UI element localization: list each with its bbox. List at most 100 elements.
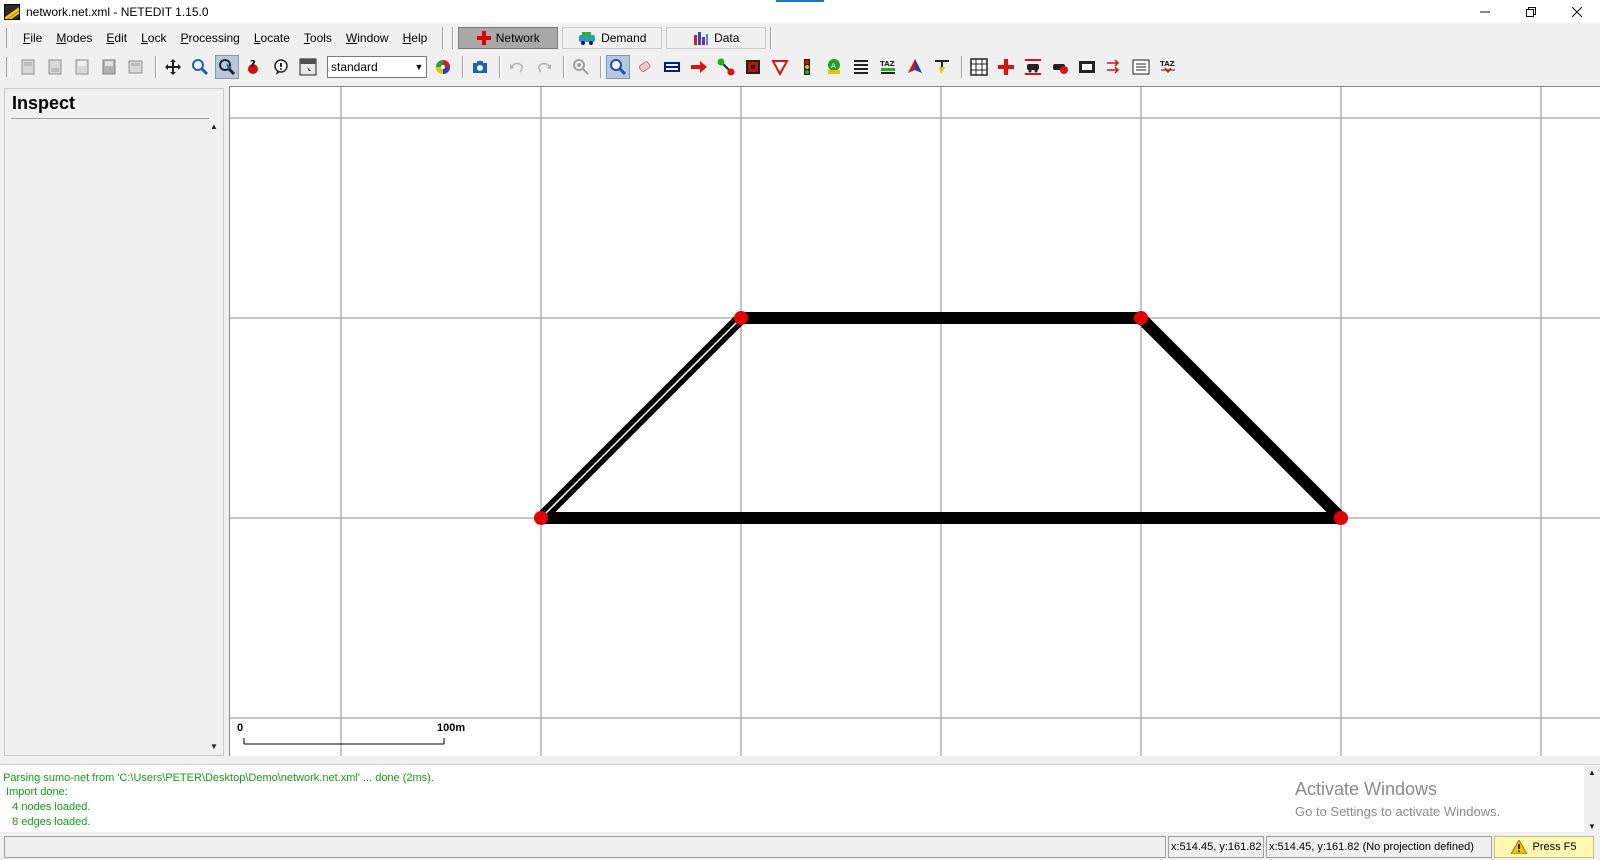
redo-icon[interactable] xyxy=(532,55,556,79)
save-as-icon[interactable] xyxy=(97,55,121,79)
status-message xyxy=(4,836,1166,858)
menu-tools[interactable]: Tools xyxy=(297,28,339,48)
svg-text:A: A xyxy=(831,62,836,70)
message-scrollbar[interactable]: ▲ ▼ xyxy=(1584,765,1600,833)
panel-divider xyxy=(11,118,209,119)
scroll-down-icon[interactable]: ▼ xyxy=(207,739,221,753)
menu-file-label: ile xyxy=(30,31,43,45)
supermode-data-button[interactable]: Data xyxy=(666,27,767,49)
taz-icon[interactable]: TAZ xyxy=(876,55,900,79)
scroll-up-icon[interactable]: ▲ xyxy=(1584,765,1600,779)
prohibition-icon[interactable] xyxy=(768,55,792,79)
edge-direction-icon[interactable] xyxy=(1102,55,1126,79)
cursor-coordinates: x:514.45, y:161.82 xyxy=(1168,836,1264,858)
vehicle-route-icon[interactable] xyxy=(1048,55,1072,79)
network-mode-icon xyxy=(476,31,491,45)
toolbar-separator xyxy=(563,56,565,78)
menu-window[interactable]: Window xyxy=(339,28,396,48)
menu-processing[interactable]: Processing xyxy=(173,28,246,48)
inspector-panel: Inspect ▲ ▼ xyxy=(4,88,224,756)
taz-settings-icon[interactable]: TAZ xyxy=(1156,55,1180,79)
menu-locate-label: ocate xyxy=(260,31,290,45)
scroll-up-icon[interactable]: ▲ xyxy=(207,119,221,133)
additional-icon[interactable]: A xyxy=(822,55,846,79)
color-scheme-select[interactable]: standard ▼ xyxy=(327,56,427,78)
select-all-icon[interactable] xyxy=(1075,55,1099,79)
supermode-demand-label: Demand xyxy=(601,31,647,45)
menu-grip xyxy=(6,28,10,48)
minimize-icon[interactable] xyxy=(1462,0,1508,23)
grid-icon[interactable] xyxy=(967,55,991,79)
menu-separator xyxy=(442,27,445,49)
color-wheel-icon[interactable] xyxy=(431,55,455,79)
supermode-network-button[interactable]: Network xyxy=(458,27,559,49)
junction-node xyxy=(534,511,548,525)
tooltip-icon[interactable] xyxy=(269,55,293,79)
compute-network-icon[interactable] xyxy=(569,55,593,79)
wire-icon[interactable] xyxy=(930,55,954,79)
polygon-icon[interactable] xyxy=(903,55,927,79)
restore-icon[interactable] xyxy=(1508,0,1554,23)
demand-mode-icon xyxy=(579,32,596,45)
network-view: 0 100m xyxy=(230,87,1600,756)
menu-lock[interactable]: Lock xyxy=(134,28,173,48)
toolbar-separator xyxy=(462,56,464,78)
recenter-view-icon[interactable] xyxy=(161,55,185,79)
new-network-icon[interactable] xyxy=(16,55,40,79)
close-icon[interactable] xyxy=(1554,0,1600,23)
press-f5-label: Press F5 xyxy=(1532,841,1577,853)
menu-lock-label: ock xyxy=(147,31,167,45)
color-scheme-value: standard xyxy=(331,60,378,74)
title-bar: network.net.xml - NETEDIT 1.15.0 xyxy=(0,0,1600,23)
panel-title: Inspect xyxy=(12,93,76,113)
menu-separator xyxy=(770,27,773,49)
scroll-down-icon[interactable]: ▼ xyxy=(1584,819,1600,833)
menu-edit-label: dit xyxy=(114,31,128,45)
crossing-icon[interactable] xyxy=(849,55,873,79)
screenshot-icon[interactable] xyxy=(468,55,492,79)
scale-start-label: 0 xyxy=(237,722,243,734)
undo-icon[interactable] xyxy=(505,55,529,79)
title-accent xyxy=(776,0,824,2)
zoom-icon[interactable] xyxy=(188,55,212,79)
watermark-subtitle: Go to Settings to activate Windows. xyxy=(1295,804,1501,819)
menu-icon[interactable] xyxy=(296,55,320,79)
save-all-icon[interactable] xyxy=(124,55,148,79)
menu-file[interactable]: File xyxy=(16,28,49,48)
grid xyxy=(230,87,1600,756)
network-canvas[interactable]: 0 100m xyxy=(229,86,1600,756)
edge xyxy=(1135,312,1347,524)
create-edge-icon[interactable] xyxy=(714,55,738,79)
toolbar-separator xyxy=(499,56,501,78)
svg-text:TAZ: TAZ xyxy=(880,60,895,68)
delete-mode-icon[interactable] xyxy=(633,55,657,79)
select-mode-icon[interactable] xyxy=(660,55,684,79)
menu-help[interactable]: Help xyxy=(396,28,435,48)
toolbar-separator xyxy=(155,56,157,78)
menu-processing-label: rocessing xyxy=(188,31,240,45)
locate-icon[interactable] xyxy=(215,55,239,79)
tool-bar: ? standard ▼ A TAZ TAZ xyxy=(0,53,1600,81)
menu-separator xyxy=(452,27,455,49)
open-network-icon[interactable] xyxy=(43,55,67,79)
warning-icon xyxy=(1511,840,1528,854)
move-mode-icon[interactable] xyxy=(687,55,711,79)
save-network-icon[interactable] xyxy=(70,55,94,79)
menu-locate[interactable]: Locate xyxy=(247,28,297,48)
inspect-icon[interactable]: ? xyxy=(242,55,266,79)
menu-modes[interactable]: Modes xyxy=(49,28,99,48)
window-title: network.net.xml - NETEDIT 1.15.0 xyxy=(26,4,209,19)
traffic-light-icon[interactable] xyxy=(795,55,819,79)
supermode-demand-button[interactable]: Demand xyxy=(562,27,663,49)
junction-node xyxy=(1134,311,1148,325)
inspect-mode-icon[interactable] xyxy=(606,55,630,79)
junction-shape-icon[interactable] xyxy=(994,55,1018,79)
lane-list-icon[interactable] xyxy=(1129,55,1153,79)
connection-icon[interactable] xyxy=(741,55,765,79)
panel-scrollbar[interactable]: ▲ ▼ xyxy=(207,119,221,753)
press-f5-hint[interactable]: Press F5 xyxy=(1494,836,1594,858)
vehicles-icon[interactable] xyxy=(1021,55,1045,79)
menu-edit[interactable]: Edit xyxy=(99,28,134,48)
scale-bar: 0 100m xyxy=(237,722,465,745)
junction-node xyxy=(734,311,748,325)
